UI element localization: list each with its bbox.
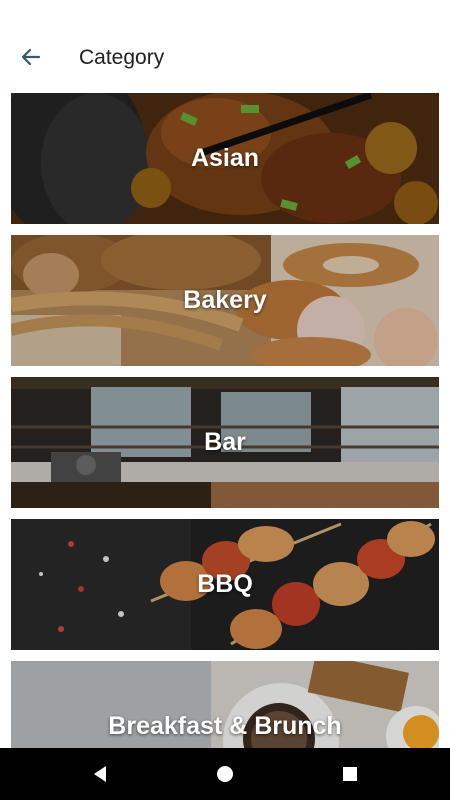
system-recents-button[interactable]: [338, 762, 362, 786]
triangle-back-icon: [94, 766, 106, 782]
category-label: Breakfast & Brunch: [108, 712, 342, 740]
category-label: Bakery: [183, 286, 267, 314]
back-button[interactable]: [14, 40, 48, 74]
category-label: Bar: [204, 428, 246, 456]
category-list[interactable]: Asian Bakery Bar BBQ Breakfast & Brunch: [0, 90, 450, 748]
category-card-asian[interactable]: Asian: [11, 93, 439, 224]
category-card-bakery[interactable]: Bakery: [11, 235, 439, 366]
square-recents-icon: [343, 767, 357, 781]
circle-home-icon: [217, 766, 233, 782]
system-back-button[interactable]: [88, 762, 112, 786]
arrow-left-icon: [21, 48, 41, 66]
system-home-button[interactable]: [213, 762, 237, 786]
category-card-bar[interactable]: Bar: [11, 377, 439, 508]
page-title: Category: [79, 46, 165, 69]
system-navigation-bar: [0, 748, 450, 800]
category-label: Asian: [190, 144, 260, 172]
category-card-breakfast-brunch[interactable]: Breakfast & Brunch: [11, 661, 439, 748]
app-bar: Category: [0, 0, 450, 90]
category-label: BBQ: [197, 570, 253, 598]
category-card-bbq[interactable]: BBQ: [11, 519, 439, 650]
